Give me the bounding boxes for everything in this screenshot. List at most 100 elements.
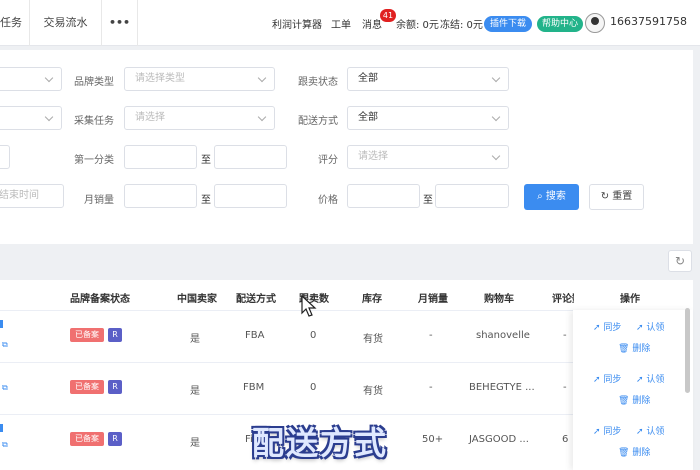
filter-select-2[interactable] <box>0 106 62 130</box>
chevron-down-icon <box>44 112 54 122</box>
column-header[interactable]: 中国卖家 <box>177 290 217 305</box>
app-root: 任务 交易流水 ••• 利润计算器 工单 消息 41 余额: 0元 冻结: 0元… <box>0 0 700 470</box>
cart-cell[interactable]: shanovelle <box>476 330 530 341</box>
copy-icon[interactable]: ⧉ <box>2 383 8 393</box>
sync-button[interactable]: ➚ 同步 <box>593 372 621 385</box>
vertical-scrollbar[interactable] <box>685 308 690 393</box>
column-header[interactable]: 月销量 <box>418 290 448 305</box>
claim-label: 认领 <box>646 323 665 333</box>
refresh-icon: ↻ <box>674 254 686 268</box>
delivery-cell: FBA <box>245 330 265 341</box>
brand-type-select[interactable]: 请选择类型 <box>124 67 275 91</box>
brand-type-label: 品牌类型 <box>74 77 114 88</box>
column-header[interactable]: 评论数 <box>552 290 574 305</box>
brand-registered-tag: 已备案 <box>70 380 104 394</box>
collect-task-placeholder: 请选择 <box>135 112 165 123</box>
message-count-badge: 41 <box>380 9 396 22</box>
search-button-label: 搜索 <box>545 191 566 202</box>
column-header[interactable]: 库存 <box>362 290 382 305</box>
column-header[interactable]: 购物车 <box>484 290 514 305</box>
filter-panel: 品牌类型 请选择类型 跟卖状态 全部 采集任务 请选择 配送方式 全部 第一分类… <box>0 50 693 244</box>
help-center-button[interactable]: 帮助中心 <box>537 16 583 32</box>
follow-status-select[interactable]: 全部 <box>347 67 509 91</box>
chevron-down-icon <box>257 73 267 83</box>
cart-cell[interactable]: BEHEGTYE ... <box>469 382 535 393</box>
send-icon: ➚ <box>593 375 601 385</box>
claim-button[interactable]: ➚ 认领 <box>636 424 664 437</box>
plugin-download-button[interactable]: 插件下载 <box>484 16 532 32</box>
mouse-cursor-icon <box>301 295 317 317</box>
rating-placeholder: 请选择 <box>358 151 388 162</box>
delete-label: 删除 <box>632 344 651 354</box>
monthly-sales-cell: - <box>429 382 433 393</box>
product-link-mark[interactable] <box>0 424 3 432</box>
send-icon: ➚ <box>636 375 644 385</box>
reset-button-label: 重置 <box>612 191 633 202</box>
video-caption: 配送方式 <box>252 424 389 462</box>
delivery-select[interactable]: 全部 <box>347 106 509 130</box>
claim-button[interactable]: ➚ 认领 <box>636 372 664 385</box>
reviews-cell: 6 <box>562 434 569 445</box>
registered-r-badge: R <box>108 432 122 446</box>
sync-label: 同步 <box>603 375 622 385</box>
chevron-down-icon <box>491 112 501 122</box>
filter-select-1[interactable] <box>0 67 62 91</box>
reset-button[interactable]: ↻ 重置 <box>589 184 644 210</box>
work-order-link[interactable]: 工单 <box>331 16 351 31</box>
collect-task-select[interactable]: 请选择 <box>124 106 275 130</box>
delete-button[interactable]: 🗑 删除 <box>618 341 650 354</box>
copy-icon[interactable]: ⧉ <box>2 440 8 450</box>
end-time-placeholder: 结束时间 <box>0 190 39 201</box>
profit-calculator-link[interactable]: 利润计算器 <box>272 16 322 31</box>
chevron-down-icon <box>491 151 501 161</box>
delete-label: 删除 <box>632 396 651 406</box>
table-refresh-button[interactable]: ↻ <box>668 250 692 272</box>
follow-status-value: 全部 <box>358 73 378 84</box>
claim-button[interactable]: ➚ 认领 <box>636 320 664 333</box>
copy-icon[interactable]: ⧉ <box>2 340 8 350</box>
monthly-sales-max-input[interactable] <box>214 184 287 208</box>
china-seller-cell: 是 <box>190 334 200 345</box>
trash-icon: 🗑 <box>618 448 630 458</box>
tab-transactions[interactable]: 交易流水 <box>30 0 102 46</box>
product-link-mark[interactable] <box>0 320 3 328</box>
delivery-cell: FBM <box>243 382 265 393</box>
operations-column: ➚ 同步 ➚ 认领 🗑 删除 ➚ 同步 ➚ 认领 🗑 删除 ➚ 同步 ➚ 认领 … <box>573 310 693 470</box>
rating-select[interactable]: 请选择 <box>347 145 509 169</box>
stock-cell: 有货 <box>363 334 383 345</box>
column-header: 操作 <box>620 294 640 305</box>
registered-r-badge: R <box>108 380 122 394</box>
send-icon: ➚ <box>593 323 601 333</box>
range-separator: 至 <box>201 195 211 206</box>
more-tabs-button[interactable]: ••• <box>102 0 138 46</box>
filter-input-3[interactable] <box>0 145 10 169</box>
brand-registered-tag: 已备案 <box>70 328 104 342</box>
delete-label: 删除 <box>632 448 651 458</box>
send-icon: ➚ <box>636 323 644 333</box>
follow-count-cell: 0 <box>310 330 317 341</box>
chevron-down-icon <box>257 112 267 122</box>
cart-cell[interactable]: JASGOOD ... <box>469 434 529 445</box>
price-max-input[interactable] <box>435 184 509 208</box>
search-button[interactable]: ⌕ 搜索 <box>524 184 579 210</box>
chevron-down-icon <box>491 73 501 83</box>
monthly-sales-cell: 50+ <box>422 434 444 445</box>
avatar[interactable] <box>585 13 605 33</box>
category-min-input[interactable] <box>124 145 197 169</box>
price-min-input[interactable] <box>347 184 420 208</box>
sync-button[interactable]: ➚ 同步 <box>593 320 621 333</box>
tab-tasks[interactable]: 任务 <box>0 0 30 46</box>
search-icon: ⌕ <box>537 191 546 202</box>
category-max-input[interactable] <box>214 145 287 169</box>
delete-button[interactable]: 🗑 删除 <box>618 445 650 458</box>
sync-button[interactable]: ➚ 同步 <box>593 424 621 437</box>
brand-type-placeholder: 请选择类型 <box>135 73 185 84</box>
delete-button[interactable]: 🗑 删除 <box>618 393 650 406</box>
monthly-sales-min-input[interactable] <box>124 184 197 208</box>
column-header[interactable]: 配送方式 <box>236 290 276 305</box>
messages-link[interactable]: 消息 <box>362 16 382 31</box>
sync-label: 同步 <box>603 323 622 333</box>
account-phone[interactable]: 16637591758 <box>610 15 687 28</box>
column-header[interactable]: 品牌备案状态 <box>70 290 130 305</box>
brand-registered-tag: 已备案 <box>70 432 104 446</box>
